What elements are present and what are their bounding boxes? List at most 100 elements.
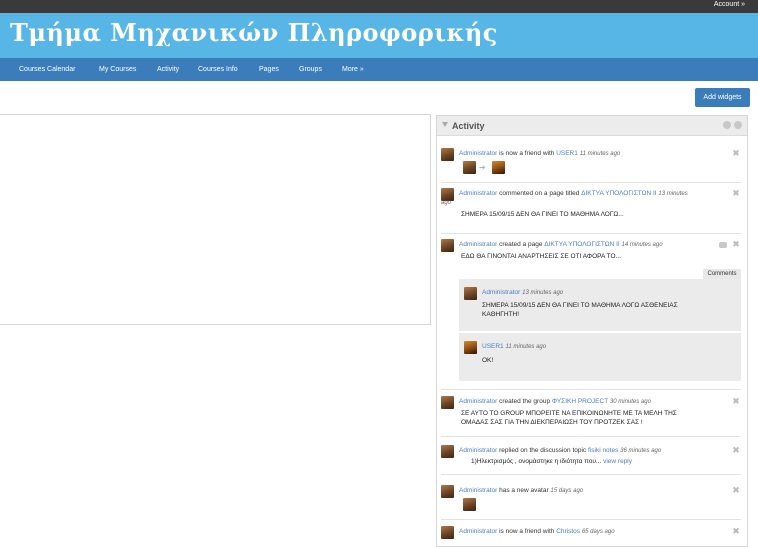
target-link[interactable]: Christos — [556, 528, 580, 535]
timestamp-continued: ago — [441, 200, 452, 206]
administrator-avatar[interactable] — [464, 287, 477, 300]
close-icon[interactable]: ✖ — [732, 149, 740, 158]
remove-widget-icon[interactable] — [734, 121, 742, 129]
action-text: created the group — [497, 398, 552, 405]
site-title[interactable]: Τμήμα Μηχανικών Πληροφορικής — [10, 18, 498, 47]
activity-text: Administrator is now a friend with USER1… — [459, 149, 620, 159]
close-icon[interactable]: ✖ — [732, 527, 740, 536]
activity-item: Administrator is now a friend with USER1… — [441, 148, 741, 178]
comment-author-link[interactable]: USER1 — [482, 343, 504, 350]
divider — [441, 182, 741, 183]
actor-link[interactable]: Administrator — [459, 190, 497, 197]
close-icon[interactable]: ✖ — [732, 446, 740, 455]
timestamp: 65 days ago — [581, 529, 615, 535]
comment-header: USER1 11 minutes ago — [482, 342, 546, 352]
actor-link[interactable]: Administrator — [459, 528, 497, 535]
divider — [441, 389, 741, 390]
close-icon[interactable]: ✖ — [732, 486, 740, 495]
administrator-avatar[interactable] — [441, 445, 454, 458]
divider — [441, 233, 741, 234]
nav-more[interactable]: More » — [342, 66, 364, 73]
target-link[interactable]: ΦΥΣΙΚΗ PROJECT — [552, 398, 608, 405]
timestamp: 36 minutes ago — [620, 448, 662, 454]
administrator-avatar[interactable] — [441, 148, 454, 161]
nav-groups[interactable]: Groups — [299, 66, 322, 73]
actor-link[interactable]: Administrator — [459, 241, 497, 248]
comment: USER1 11 minutes ago OK! — [459, 333, 741, 381]
account-menu-link[interactable]: Account » — [714, 1, 745, 8]
nav-courses-info[interactable]: Courses Info — [198, 66, 238, 73]
comments-tab[interactable]: Comments — [703, 269, 741, 279]
action-text: is now a friend with — [497, 150, 557, 157]
divider — [441, 519, 741, 520]
group-description: ΣΕ ΑΥΤΟ ΤΟ GROUP ΜΠΟΡΕΙΤΕ ΝΑ ΕΠΙΚΟΙΝΩΝΗΤ… — [461, 410, 677, 417]
administrator-avatar[interactable] — [441, 396, 454, 409]
arrow-right-icon: ➔ — [479, 163, 486, 172]
timestamp: 11 minutes ago — [579, 151, 621, 157]
activity-item: Administrator created the group ΦΥΣΙΚΗ P… — [441, 396, 741, 436]
user1-avatar-small[interactable] — [492, 161, 505, 174]
activity-item: Administrator has a new avatar 15 days a… — [441, 485, 741, 515]
divider — [441, 474, 741, 475]
close-icon[interactable]: ✖ — [732, 397, 740, 406]
activity-item: Administrator replied on the discussion … — [441, 445, 741, 475]
reply-excerpt: 1)Ηλεκτρισμός , ονομάστηκε η ιδιότητα πο… — [471, 458, 633, 465]
activity-widget-header: Activity — [437, 116, 747, 136]
divider — [441, 436, 741, 437]
user1-avatar[interactable] — [464, 341, 477, 354]
actor-link[interactable]: Administrator — [459, 150, 497, 157]
target-link[interactable]: ΔΙΚΤΥΑ ΥΠΟΛΟΓΙΣΤΩΝ ΙΙ — [581, 190, 656, 197]
comment: Administrator 13 minutes ago ΣΗΜΕΡΑ 15/0… — [459, 279, 741, 331]
comment-text-continued: ΚΑΘΗΓΗΤΗ! — [482, 311, 520, 318]
close-icon[interactable]: ✖ — [732, 240, 740, 249]
close-icon[interactable]: ✖ — [732, 189, 740, 198]
action-text: created a page — [497, 241, 545, 248]
comment-excerpt: ΣΗΜΕΡΑ 15/09/15 ΔΕΝ ΘΑ ΓΙΝΕΙ ΤΟ ΜΑΘΗΜΑ Λ… — [461, 211, 624, 218]
settings-icon[interactable] — [723, 121, 731, 129]
collapse-triangle-icon[interactable] — [442, 122, 448, 127]
timestamp: 15 days ago — [550, 488, 584, 494]
comment-bubble-icon[interactable] — [719, 242, 727, 248]
target-link[interactable]: ΔΙΚΤΥΑ ΥΠΟΛΟΓΙΣΤΩΝ ΙΙ — [544, 241, 619, 248]
nav-my-courses[interactable]: My Courses — [99, 66, 136, 73]
activity-item: Administrator commented on a page titled… — [441, 188, 741, 228]
activity-text: Administrator is now a friend with Chris… — [459, 527, 615, 537]
activity-widget: Activity Administrator is now a friend w… — [436, 115, 748, 547]
nav-activity[interactable]: Activity — [157, 66, 179, 73]
activity-item: Administrator is now a friend with Chris… — [441, 526, 741, 546]
administrator-avatar-small[interactable] — [463, 161, 476, 174]
view-reply-link[interactable]: view reply — [601, 458, 632, 465]
nav-courses-calendar[interactable]: Courses Calendar — [19, 66, 75, 73]
administrator-avatar[interactable] — [441, 485, 454, 498]
activity-widget-title: Activity — [452, 121, 485, 131]
action-text: is now a friend with — [497, 528, 557, 535]
nav-pages[interactable]: Pages — [259, 66, 279, 73]
page-excerpt: ΕΔΩ ΘΑ ΓΙΝΟΝΤΑΙ ΑΝΑΡΤΗΣΕΙΣ ΣΕ ΟΤΙ ΑΦΟΡΑ … — [461, 253, 621, 260]
site-header-banner: Τμήμα Μηχανικών Πληροφορικής — [0, 13, 758, 58]
comment-timestamp: 13 minutes ago — [522, 290, 564, 296]
actor-link[interactable]: Administrator — [459, 398, 497, 405]
activity-text: Administrator created the group ΦΥΣΙΚΗ P… — [459, 397, 651, 407]
comment-text: ΣΗΜΕΡΑ 15/09/15 ΔΕΝ ΘΑ ΓΙΝΕΙ ΤΟ ΜΑΘΗΜΑ Λ… — [482, 302, 678, 309]
target-link[interactable]: USER1 — [556, 150, 578, 157]
new-avatar-thumbnail[interactable] — [463, 498, 476, 511]
activity-text: Administrator replied on the discussion … — [459, 446, 661, 456]
activity-text: Administrator has a new avatar 15 days a… — [459, 486, 583, 496]
comment-text: OK! — [482, 357, 494, 364]
actor-link[interactable]: Administrator — [459, 447, 497, 454]
administrator-avatar[interactable] — [441, 526, 454, 539]
comment-timestamp: 11 minutes ago — [505, 344, 547, 350]
comment-author-link[interactable]: Administrator — [482, 289, 520, 296]
add-widgets-button[interactable]: Add widgets — [695, 88, 750, 107]
administrator-avatar[interactable] — [441, 239, 454, 252]
group-description-continued: ΟΜΑΔΑΣ ΣΑΣ ΓΙΑ ΤΗΝ ΔΙΕΚΠΕΡΑΙΩΣΗ ΤΟΥ ΠΡΟΤ… — [461, 419, 643, 426]
timestamp: 30 minutes ago — [609, 399, 651, 405]
comment-header: Administrator 13 minutes ago — [482, 288, 563, 298]
main-navigation: Courses Calendar My Courses Activity Cou… — [0, 58, 758, 81]
target-link[interactable]: fisiki notes — [588, 447, 618, 454]
activity-text: Administrator created a page ΔΙΚΤΥΑ ΥΠΟΛ… — [459, 240, 663, 250]
timestamp: 13 minutes — [658, 191, 688, 197]
actor-link[interactable]: Administrator — [459, 487, 497, 494]
action-text: has a new avatar — [497, 487, 549, 494]
top-account-bar: Account » — [0, 0, 758, 13]
